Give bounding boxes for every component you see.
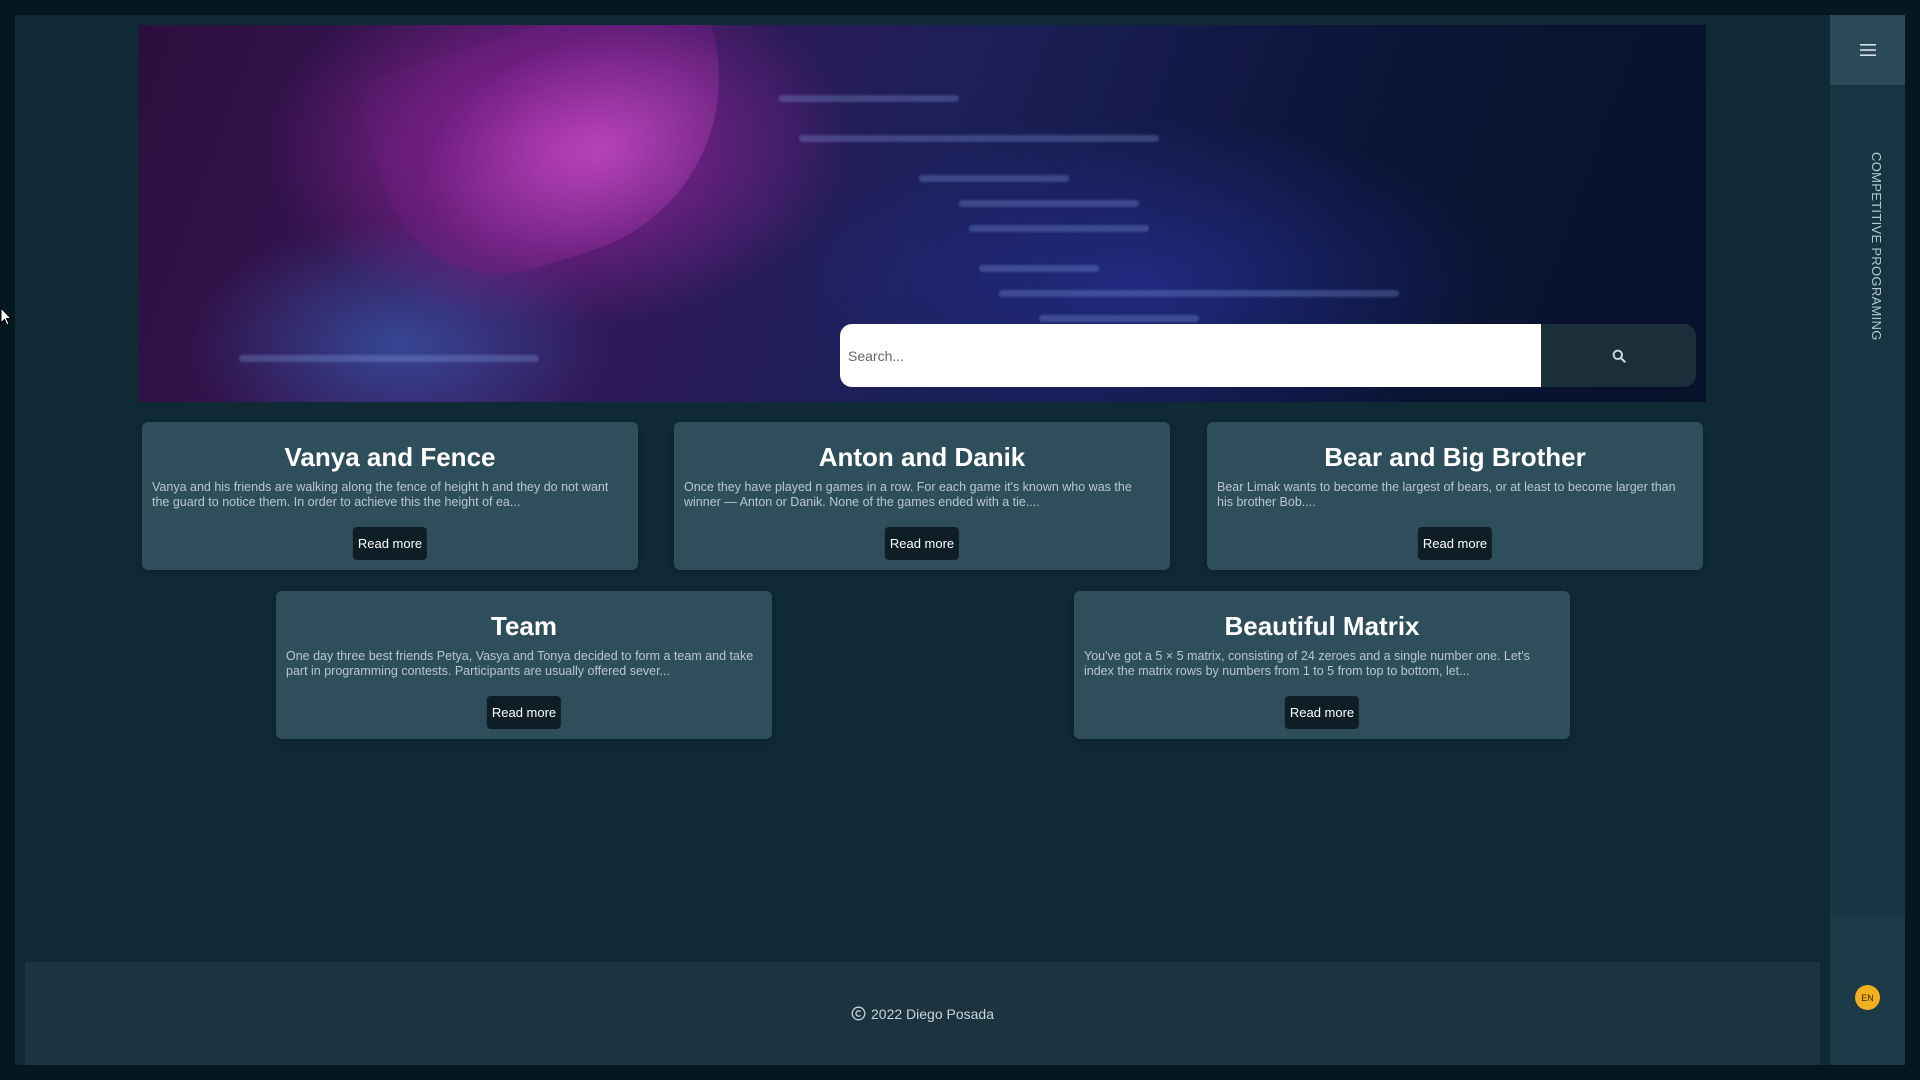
hero-code-line [799, 135, 1159, 142]
mouse-cursor-icon [0, 307, 12, 326]
site-title: COMPETITIVE PROGRAMING [1869, 152, 1884, 341]
hamburger-icon [1859, 44, 1876, 56]
card-excerpt: You've got a 5 × 5 matrix, consisting of… [1084, 649, 1530, 678]
problem-card: Bear and Big Brother Bear Limak wants to… [1207, 422, 1703, 570]
copyright-icon [851, 1006, 866, 1021]
card-title: Vanya and Fence [284, 442, 496, 472]
card-title: Anton and Danik [818, 442, 1026, 472]
hero-image-hand [352, 25, 766, 305]
search-input[interactable] [840, 324, 1541, 387]
search-bar [840, 324, 1696, 387]
problem-card: Beautiful Matrix You've got a 5 × 5 matr… [1074, 591, 1570, 739]
problem-card: Team One day three best friends Petya, V… [276, 591, 772, 739]
card-excerpt: One day three best friends Petya, Vasya … [286, 649, 754, 678]
read-more-button[interactable]: Read more [1417, 527, 1493, 560]
read-more-button[interactable]: Read more [352, 527, 428, 560]
language-toggle[interactable]: EN [1855, 985, 1880, 1010]
hero-code-line [919, 175, 1069, 182]
search-button[interactable] [1541, 324, 1696, 387]
problem-card: Vanya and Fence Vanya and his friends ar… [142, 422, 638, 570]
hero-code-line [969, 225, 1149, 232]
hero-code-line [979, 265, 1099, 272]
language-area: EN [1830, 915, 1905, 1065]
hero-code-line [1039, 315, 1199, 322]
card-title: Beautiful Matrix [1224, 611, 1420, 641]
hero-code-line [999, 290, 1399, 297]
hero-code-line [779, 95, 959, 102]
read-more-button[interactable]: Read more [884, 527, 960, 560]
menu-button[interactable] [1830, 15, 1905, 85]
footer: 2022 Diego Posada [25, 962, 1820, 1065]
read-more-button[interactable]: Read more [486, 696, 562, 729]
footer-text: 2022 Diego Posada [871, 1005, 994, 1022]
card-excerpt: Vanya and his friends are walking along … [152, 480, 609, 509]
hero-code-line [239, 355, 539, 362]
card-excerpt: Bear Limak wants to become the largest o… [1217, 480, 1676, 509]
search-icon [1612, 349, 1626, 363]
card-excerpt: Once they have played n games in a row. … [684, 480, 1132, 509]
hero-code-line [959, 200, 1139, 207]
sidebar: COMPETITIVE PROGRAMING EN [1830, 15, 1905, 1065]
card-title: Team [491, 611, 557, 641]
read-more-button[interactable]: Read more [1284, 696, 1360, 729]
card-title: Bear and Big Brother [1324, 442, 1586, 472]
problem-card: Anton and Danik Once they have played n … [674, 422, 1170, 570]
